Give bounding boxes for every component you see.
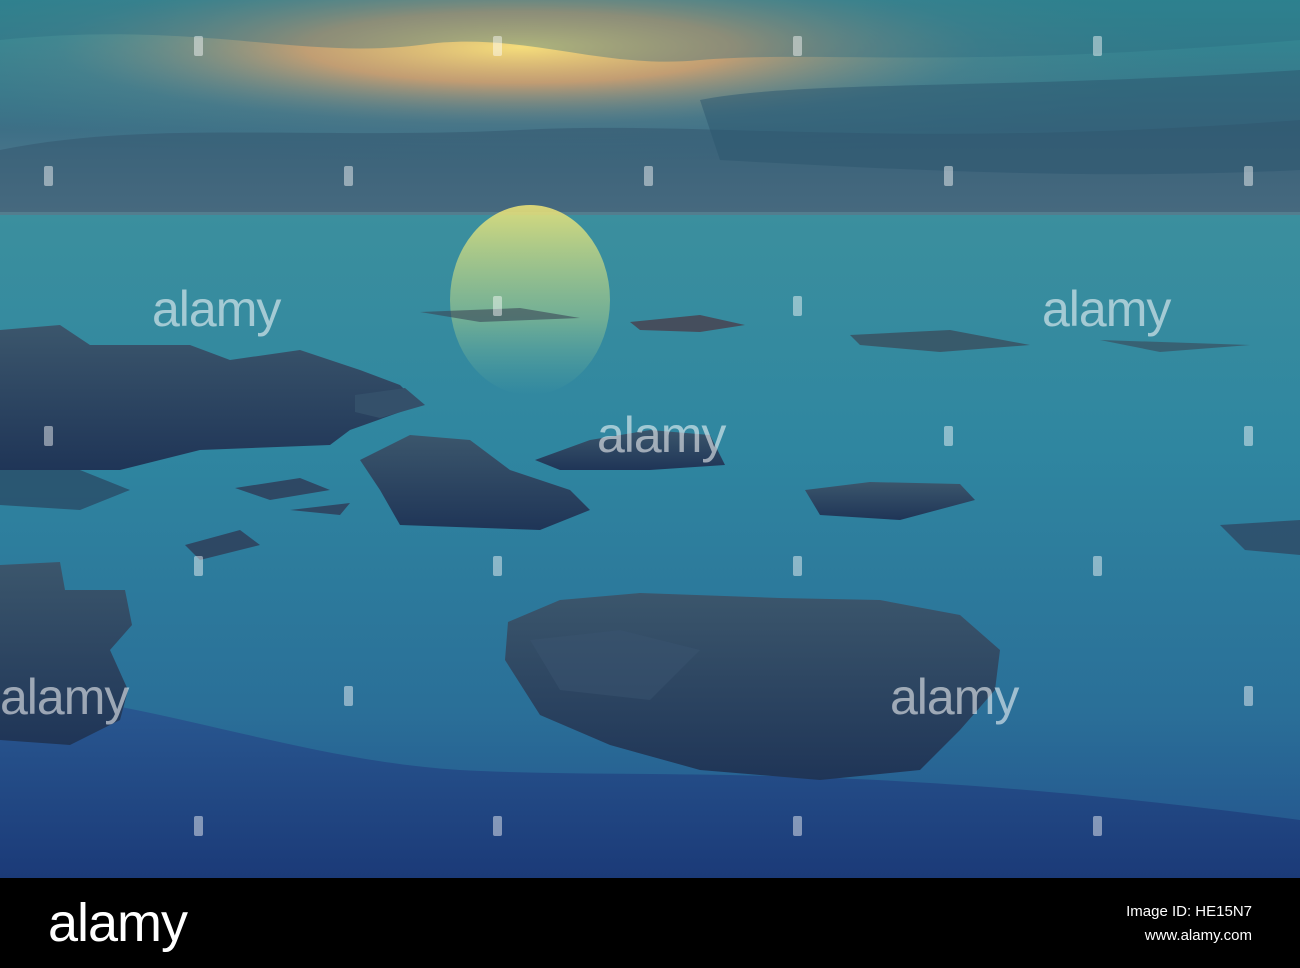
alamy-watermark-mark-icon <box>493 816 502 836</box>
alamy-watermark-mark-icon <box>793 556 802 576</box>
seascape-photo: alamy alamy alamy alamy alamy <box>0 0 1300 878</box>
image-id-label: Image ID: HE15N7 <box>1126 903 1252 920</box>
alamy-watermark-mark-icon <box>194 36 203 56</box>
site-url: www.alamy.com <box>1144 927 1252 944</box>
alamy-watermark-mark-icon <box>1244 686 1253 706</box>
watermark-logo: alamy <box>0 669 129 725</box>
alamy-watermark-mark-icon <box>793 36 802 56</box>
alamy-watermark-mark-icon <box>1093 556 1102 576</box>
alamy-watermark-mark-icon <box>793 816 802 836</box>
alamy-watermark-mark-icon <box>1093 36 1102 56</box>
stock-image-page: alamy alamy alamy alamy alamy alamy Imag… <box>0 0 1300 968</box>
alamy-watermark-mark-icon <box>493 36 502 56</box>
footer-logo: alamy <box>48 893 188 953</box>
alamy-watermark-mark-icon <box>344 166 353 186</box>
watermark-logo: alamy <box>597 407 726 463</box>
watermark-logo: alamy <box>890 669 1019 725</box>
watermark-logo: alamy <box>1042 281 1171 337</box>
alamy-watermark-mark-icon <box>944 426 953 446</box>
footer-meta: Image ID: HE15N7 www.alamy.com <box>1126 900 1252 948</box>
alamy-watermark-mark-icon <box>793 296 802 316</box>
alamy-watermark-mark-icon <box>1093 816 1102 836</box>
alamy-watermark-mark-icon <box>194 556 203 576</box>
alamy-watermark-mark-icon <box>344 686 353 706</box>
alamy-watermark-mark-icon <box>644 166 653 186</box>
alamy-watermark-mark-icon <box>44 426 53 446</box>
alamy-watermark-mark-icon <box>1244 426 1253 446</box>
alamy-watermark-mark-icon <box>44 166 53 186</box>
alamy-watermark-mark-icon <box>493 296 502 316</box>
alamy-watermark-mark-icon <box>194 816 203 836</box>
alamy-watermark-mark-icon <box>493 556 502 576</box>
alamy-watermark-mark-icon <box>1244 166 1253 186</box>
footer-bar: alamy Image ID: HE15N7 www.alamy.com <box>0 878 1300 968</box>
alamy-watermark-mark-icon <box>944 166 953 186</box>
watermark-logo: alamy <box>152 281 281 337</box>
